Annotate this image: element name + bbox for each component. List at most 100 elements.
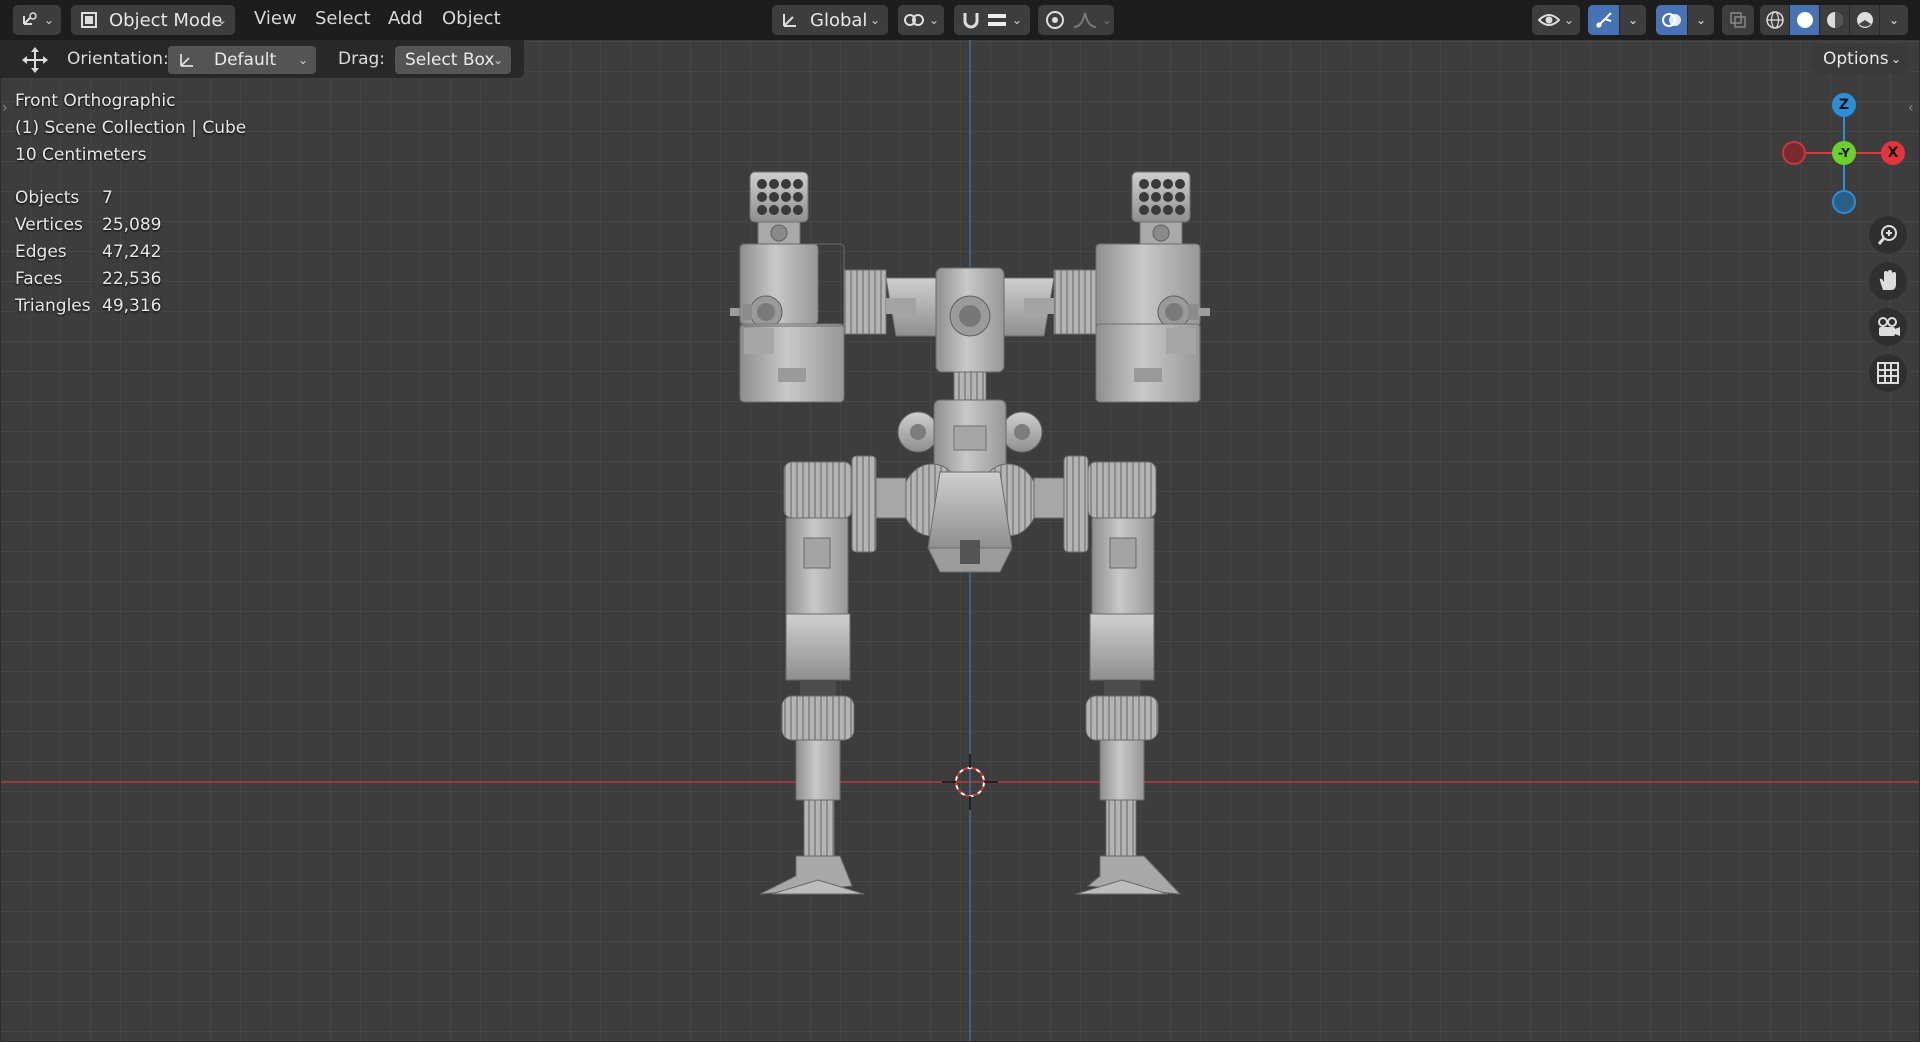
zoom-button[interactable] — [1869, 216, 1907, 254]
chevron-down-icon: ⌄ — [869, 13, 880, 27]
magnet-icon — [963, 13, 979, 29]
overlay-dropdown[interactable]: ⌄ — [1688, 5, 1714, 35]
stats-value: 22,536 — [102, 269, 162, 289]
chevron-down-icon: ⌄ — [1890, 52, 1901, 66]
shading-wireframe[interactable] — [1760, 5, 1790, 35]
mode-label: Object Mode — [109, 9, 223, 31]
stats-value: 49,316 — [102, 296, 162, 316]
gizmo-z-label: Z — [1838, 97, 1850, 113]
gizmo-x-icon[interactable]: X — [1881, 141, 1905, 165]
proportional-edit-button[interactable]: ⌄ — [1038, 5, 1114, 35]
editor-type-button[interactable]: ⌄ — [13, 5, 61, 35]
viewport-header: ⌄ Object Mode ⌄ View Select Add Object G… — [0, 0, 1920, 40]
move-tool-icon[interactable] — [21, 46, 49, 74]
gizmo-x-label: X — [1887, 145, 1899, 161]
gizmo-toggle-group: ⌄ — [1588, 5, 1646, 35]
collection-info: (1) Scene Collection | Cube — [15, 118, 247, 138]
orientation-dropdown[interactable]: Default ⌄ — [168, 46, 316, 74]
left-missile-pod — [730, 171, 845, 403]
gizmo-y-label: -Y — [1838, 146, 1850, 160]
overlay-icon — [1661, 13, 1681, 27]
xray-icon — [1730, 12, 1746, 28]
grid-ortho-icon — [1877, 362, 1899, 384]
snap-button[interactable]: ⌄ — [954, 5, 1030, 35]
sidebar-expand-icon[interactable]: ‹ — [1908, 100, 1914, 116]
torso — [897, 399, 1043, 573]
orientation-axes-icon — [180, 54, 193, 67]
drag-value: Select Box — [405, 50, 495, 70]
rendered-icon — [1856, 12, 1873, 28]
chevron-down-icon: ⌄ — [1627, 13, 1639, 27]
chevron-down-icon: ⌄ — [492, 53, 503, 67]
left-leg — [759, 517, 865, 895]
chevron-down-icon: ⌄ — [216, 13, 227, 27]
gizmo-neg-x-icon[interactable] — [1782, 141, 1806, 165]
mode-selector[interactable]: Object Mode ⌄ — [71, 5, 235, 35]
menu-object[interactable]: Object — [442, 8, 501, 29]
xray-toggle[interactable] — [1722, 5, 1754, 35]
stats-row-edges: Edges 47,242 — [15, 242, 161, 262]
chevron-down-icon: ⌄ — [1563, 13, 1575, 27]
hand-pan-icon — [1879, 270, 1896, 290]
eye-icon — [1537, 14, 1560, 26]
object-mode-icon — [81, 12, 97, 28]
falloff-curve-icon — [1073, 12, 1097, 28]
stats-row-vertices: Vertices 25,089 — [15, 215, 161, 235]
chevron-down-icon: ⌄ — [1102, 13, 1113, 27]
stats-label: Objects — [15, 188, 80, 208]
stats-label: Edges — [15, 242, 67, 262]
gizmo-dropdown[interactable]: ⌄ — [1620, 5, 1646, 35]
shading-solid[interactable] — [1790, 5, 1820, 35]
camera-view-icon — [1878, 317, 1900, 336]
stats-row-objects: Objects 7 — [15, 188, 113, 208]
camera-view-button[interactable] — [1869, 308, 1907, 346]
transform-orientation-selector[interactable]: Global ⌄ — [772, 5, 888, 35]
gizmo-toggle[interactable] — [1588, 5, 1620, 35]
right-leg — [1075, 517, 1182, 895]
overlay-toggle[interactable] — [1656, 5, 1688, 35]
gizmo-icon — [1595, 12, 1612, 28]
chevron-down-icon: ⌄ — [1695, 13, 1707, 27]
stats-value: 7 — [102, 188, 113, 208]
snap-increment-icon — [988, 14, 1006, 26]
blender-window: ⌄ Object Mode ⌄ View Select Add Object G… — [0, 0, 1920, 1042]
toolbar-expand-icon[interactable]: › — [2, 100, 8, 116]
orientation-label: Global — [810, 9, 868, 31]
material-icon — [1826, 12, 1843, 28]
stats-value: 25,089 — [102, 215, 162, 235]
shading-rendered[interactable] — [1850, 5, 1880, 35]
chevron-down-icon: ⌄ — [43, 13, 55, 27]
shoulder-assembly — [843, 267, 1097, 401]
stats-row-faces: Faces 22,536 — [15, 269, 161, 289]
shading-dropdown[interactable]: ⌄ — [1880, 5, 1908, 35]
orientation-label: Orientation: — [67, 49, 169, 69]
stats-value: 47,242 — [102, 242, 162, 262]
menu-add[interactable]: Add — [388, 8, 423, 29]
right-missile-pod — [1095, 171, 1210, 403]
chevron-down-icon: ⌄ — [1012, 13, 1023, 27]
options-button[interactable]: Options ⌄ — [1811, 44, 1909, 74]
overlay-toggle-group: ⌄ — [1656, 5, 1714, 35]
shading-material[interactable] — [1820, 5, 1850, 35]
gizmo-z-icon[interactable]: Z — [1832, 93, 1856, 117]
drag-dropdown[interactable]: Select Box ⌄ — [395, 46, 511, 74]
gizmo-neg-y-icon[interactable]: -Y — [1832, 141, 1856, 165]
orientation-value: Default — [214, 50, 277, 70]
menu-select[interactable]: Select — [315, 8, 371, 29]
pan-button[interactable] — [1869, 262, 1907, 300]
ortho-toggle-button[interactable] — [1869, 354, 1907, 392]
zoom-icon — [1877, 225, 1897, 245]
selectability-visibility-button[interactable]: ⌄ — [1532, 5, 1580, 35]
solid-icon — [1796, 12, 1813, 28]
view-name: Front Orthographic — [15, 91, 176, 111]
drag-label: Drag: — [338, 49, 386, 69]
shading-mode-group: ⌄ — [1760, 5, 1908, 35]
gizmo-neg-z-icon[interactable] — [1832, 190, 1856, 214]
menu-view[interactable]: View — [254, 8, 297, 29]
proportional-edit-icon — [1046, 11, 1064, 29]
options-label: Options — [1823, 49, 1889, 69]
tool-settings-bar: Orientation: Default ⌄ Drag: Select Box … — [0, 40, 524, 78]
chevron-down-icon: ⌄ — [297, 53, 308, 67]
pivot-point-button[interactable]: ⌄ — [898, 5, 944, 35]
3d-cursor-icon[interactable] — [940, 752, 1000, 812]
